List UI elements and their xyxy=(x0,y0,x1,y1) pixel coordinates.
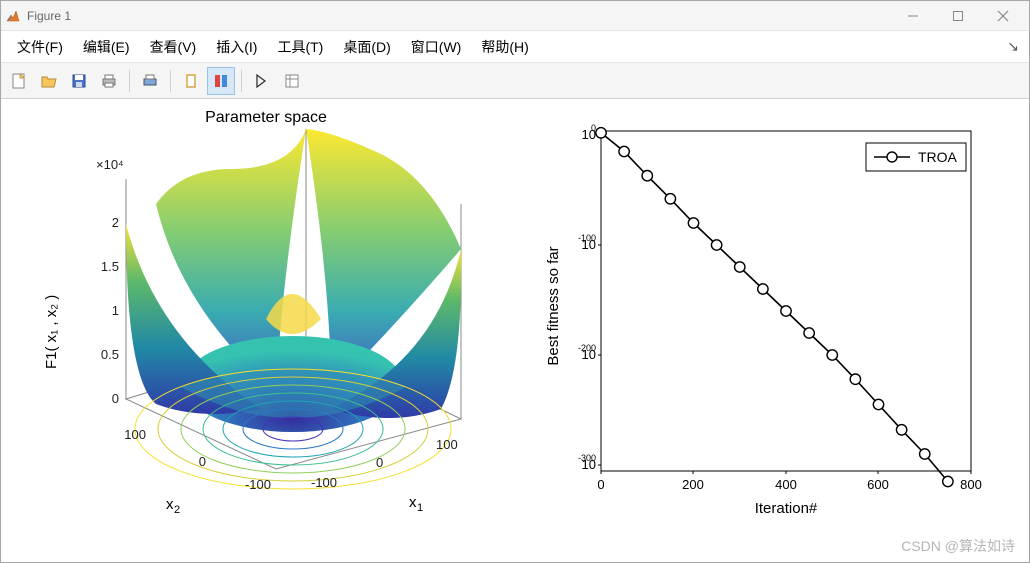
new-figure-button[interactable] xyxy=(5,67,33,95)
toolbar-separator xyxy=(170,70,171,92)
svg-text:0: 0 xyxy=(376,455,383,470)
figure-window: Figure 1 文件(F) 编辑(E) 查看(V) 插入(I) 工具(T) 桌… xyxy=(0,0,1030,563)
restore-down-icon[interactable]: ↘ xyxy=(1007,38,1019,55)
maximize-button[interactable] xyxy=(935,1,980,31)
z-axis-label: F1( x₁ , x₂ ) xyxy=(43,295,60,369)
menu-file[interactable]: 文件(F) xyxy=(7,33,73,61)
svg-text:0.5: 0.5 xyxy=(101,347,119,362)
svg-text:1.5: 1.5 xyxy=(101,259,119,274)
x1-axis-label: x xyxy=(409,494,417,511)
svg-text:600: 600 xyxy=(867,477,889,492)
toolbar xyxy=(1,63,1029,99)
surface-title: Parameter space xyxy=(31,109,501,127)
svg-text:800: 800 xyxy=(960,477,982,492)
legend-label: TROA xyxy=(918,149,958,165)
menu-view[interactable]: 查看(V) xyxy=(140,33,207,61)
toolbar-separator xyxy=(241,70,242,92)
x-axis-label: Iteration# xyxy=(755,500,818,517)
svg-text:400: 400 xyxy=(775,477,797,492)
svg-text:100: 100 xyxy=(124,427,146,442)
menu-desktop[interactable]: 桌面(D) xyxy=(333,33,400,61)
edit-plot-button[interactable] xyxy=(248,67,276,95)
svg-text:100: 100 xyxy=(436,437,458,452)
print-button[interactable] xyxy=(95,67,123,95)
svg-text:0: 0 xyxy=(199,454,206,469)
colorbar-button[interactable] xyxy=(207,67,235,95)
svg-text:0: 0 xyxy=(597,477,604,492)
svg-text:1: 1 xyxy=(112,303,119,318)
y-axis-label: Best fitness so far xyxy=(546,246,562,365)
convergence-plot[interactable]: 100 10-100 10-200 10-300 0200 400600 800 xyxy=(546,121,986,509)
save-button[interactable] xyxy=(65,67,93,95)
toolbar-separator xyxy=(129,70,130,92)
x2-axis-label: x xyxy=(166,496,174,513)
matlab-figure-icon xyxy=(5,8,21,24)
svg-text:-100: -100 xyxy=(578,233,596,243)
titlebar: Figure 1 xyxy=(1,1,1029,31)
svg-text:-100: -100 xyxy=(245,477,271,492)
svg-text:2: 2 xyxy=(112,215,119,230)
menu-tools[interactable]: 工具(T) xyxy=(267,33,333,61)
svg-text:-200: -200 xyxy=(578,343,596,353)
window-title: Figure 1 xyxy=(27,9,890,23)
svg-text:2: 2 xyxy=(174,504,180,516)
surface-plot[interactable]: Parameter space xyxy=(31,109,501,539)
legend[interactable]: TROA xyxy=(866,143,966,171)
plot-area: Parameter space xyxy=(1,99,1029,562)
svg-text:-100: -100 xyxy=(311,475,337,490)
print-preview-button[interactable] xyxy=(136,67,164,95)
svg-text:0: 0 xyxy=(112,391,119,406)
menu-window[interactable]: 窗口(W) xyxy=(401,33,472,61)
svg-text:200: 200 xyxy=(682,477,704,492)
property-inspector-button[interactable] xyxy=(278,67,306,95)
open-button[interactable] xyxy=(35,67,63,95)
menu-help[interactable]: 帮助(H) xyxy=(471,33,538,61)
watermark: CSDN @算法如诗 xyxy=(901,536,1015,556)
menubar: 文件(F) 编辑(E) 查看(V) 插入(I) 工具(T) 桌面(D) 窗口(W… xyxy=(1,31,1029,63)
link-button[interactable] xyxy=(177,67,205,95)
z-exponent-label: ×10⁴ xyxy=(96,157,124,172)
menu-edit[interactable]: 编辑(E) xyxy=(73,33,140,61)
menu-insert[interactable]: 插入(I) xyxy=(206,33,267,61)
svg-text:-300: -300 xyxy=(578,453,596,463)
close-button[interactable] xyxy=(980,1,1025,31)
svg-text:1: 1 xyxy=(417,502,423,514)
minimize-button[interactable] xyxy=(890,1,935,31)
